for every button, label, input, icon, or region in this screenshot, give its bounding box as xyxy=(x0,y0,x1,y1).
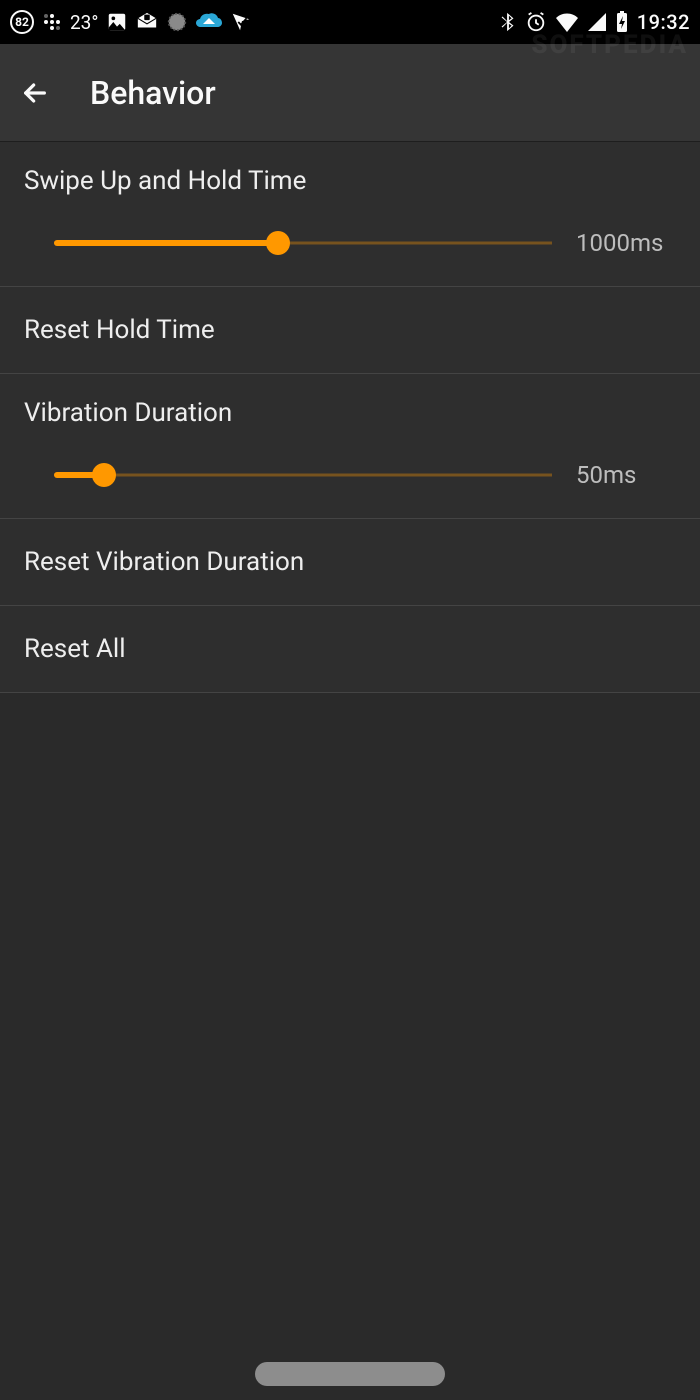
slider-track xyxy=(54,474,552,477)
back-button[interactable] xyxy=(10,68,60,118)
swipe-hold-value: 1000ms xyxy=(576,229,676,257)
reset-hold-time-button[interactable]: Reset Hold Time xyxy=(0,287,700,374)
status-bar: 82 23° 19:32 xyxy=(0,0,700,44)
vibration-title: Vibration Duration xyxy=(24,398,676,428)
vibration-slider[interactable] xyxy=(54,460,552,490)
page-title: Behavior xyxy=(90,74,216,112)
slider-thumb[interactable] xyxy=(92,463,116,487)
status-clock: 19:32 xyxy=(637,10,690,34)
settings-content: Swipe Up and Hold Time 1000ms Reset Hold… xyxy=(0,142,700,693)
mail-icon xyxy=(136,11,158,33)
slider-fill xyxy=(54,240,278,246)
wifi-icon xyxy=(555,11,579,33)
vibration-section: Vibration Duration 50ms xyxy=(0,374,700,519)
swipe-hold-title: Swipe Up and Hold Time xyxy=(24,166,676,196)
reset-hold-time-label: Reset Hold Time xyxy=(24,315,215,345)
cellular-signal-icon xyxy=(587,12,607,32)
status-left: 82 23° xyxy=(10,10,252,34)
vibration-value: 50ms xyxy=(576,461,676,489)
reset-all-button[interactable]: Reset All xyxy=(0,606,700,693)
checkmark-app-icon xyxy=(230,11,252,33)
swipe-hold-slider[interactable] xyxy=(54,228,552,258)
app-grid-icon xyxy=(42,12,62,32)
battery-percent-badge-icon: 82 xyxy=(10,10,34,34)
vibration-slider-row: 50ms xyxy=(24,460,676,490)
arrow-left-icon xyxy=(19,77,51,109)
app-bar: Behavior xyxy=(0,44,700,142)
reset-vibration-button[interactable]: Reset Vibration Duration xyxy=(0,519,700,606)
reset-vibration-label: Reset Vibration Duration xyxy=(24,547,304,577)
swipe-hold-section: Swipe Up and Hold Time 1000ms xyxy=(0,142,700,287)
bluetooth-icon xyxy=(499,11,517,33)
battery-charging-icon xyxy=(615,11,629,33)
status-right: 19:32 xyxy=(499,10,690,34)
cloud-app-icon xyxy=(196,11,222,33)
alarm-icon xyxy=(525,11,547,33)
swipe-hold-slider-row: 1000ms xyxy=(24,228,676,258)
temperature-indicator: 23° xyxy=(70,11,98,34)
gallery-icon xyxy=(106,11,128,33)
battery-percent-text: 82 xyxy=(15,15,29,29)
reset-all-label: Reset All xyxy=(24,634,126,664)
sync-icon xyxy=(166,11,188,33)
slider-thumb[interactable] xyxy=(266,231,290,255)
navigation-handle[interactable] xyxy=(255,1362,445,1386)
